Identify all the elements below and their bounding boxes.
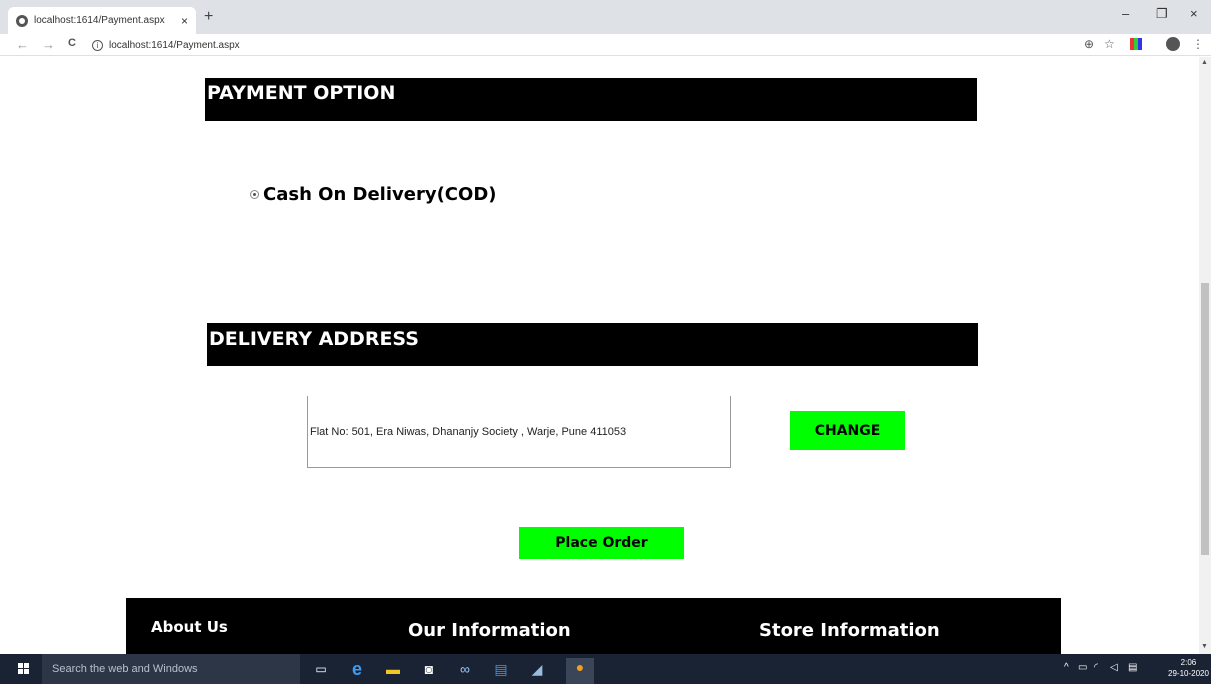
- browser-tab[interactable]: localhost:1614/Payment.aspx ×: [8, 7, 196, 34]
- page-scrollbar[interactable]: ▲ ▼: [1199, 57, 1211, 654]
- footer-our-information: Our Information: [408, 620, 571, 641]
- new-tab-button[interactable]: +: [204, 8, 213, 26]
- bookmark-star-icon[interactable]: ☆: [1104, 37, 1115, 51]
- taskbar-clock[interactable]: 2:06 29-10-2020: [1168, 657, 1209, 679]
- zoom-icon[interactable]: ⊕: [1084, 37, 1094, 51]
- browser-toolbar: ← → C i localhost:1614/Payment.aspx ⊕ ☆ …: [0, 34, 1211, 56]
- forward-button[interactable]: →: [42, 37, 55, 52]
- app-icon[interactable]: ◢: [528, 660, 546, 678]
- scroll-down-icon[interactable]: ▼: [1201, 643, 1208, 650]
- window-close-button[interactable]: ×: [1190, 6, 1198, 21]
- clock-date: 29-10-2020: [1168, 669, 1209, 678]
- windows-taskbar: Search the web and Windows ▭ e ▬ ◙ ∞ ▤ ◢…: [0, 654, 1211, 684]
- cod-label[interactable]: Cash On Delivery(COD): [263, 184, 496, 205]
- change-address-button[interactable]: CHANGE: [790, 411, 905, 450]
- word-icon[interactable]: ▤: [492, 660, 510, 678]
- minimize-button[interactable]: –: [1122, 6, 1129, 21]
- footer-about-us[interactable]: About Us: [151, 618, 228, 636]
- restore-button[interactable]: ❐: [1156, 6, 1168, 22]
- delivery-address-header: DELIVERY ADDRESS: [207, 323, 978, 366]
- globe-icon: [16, 14, 28, 27]
- battery-icon[interactable]: ▭: [1078, 662, 1087, 673]
- reload-button[interactable]: C: [68, 37, 76, 49]
- tab-close-button[interactable]: ×: [181, 14, 188, 28]
- task-view-icon[interactable]: ▭: [312, 660, 330, 678]
- menu-icon[interactable]: ⋮: [1192, 37, 1204, 51]
- account-icon[interactable]: [1166, 37, 1180, 51]
- cod-option[interactable]: Cash On Delivery(COD): [250, 184, 496, 205]
- volume-icon[interactable]: ◁: [1110, 662, 1118, 673]
- address-text: Flat No: 501, Era Niwas, Dhananjy Societ…: [310, 426, 627, 438]
- file-explorer-icon[interactable]: ▬: [384, 660, 402, 678]
- browser-tabstrip: localhost:1614/Payment.aspx × + – ❐ ×: [0, 0, 1211, 34]
- wifi-icon[interactable]: ◜: [1094, 662, 1098, 673]
- tray-chevron-icon[interactable]: ^: [1064, 662, 1069, 673]
- address-bar[interactable]: i localhost:1614/Payment.aspx: [92, 36, 1062, 54]
- extension-icon[interactable]: [1130, 38, 1142, 50]
- place-order-button[interactable]: Place Order: [519, 527, 684, 559]
- address-text: localhost:1614/Payment.aspx: [109, 39, 240, 51]
- cod-radio[interactable]: [250, 190, 259, 199]
- taskbar-search-input[interactable]: Search the web and Windows: [42, 654, 300, 684]
- info-icon[interactable]: i: [92, 39, 103, 51]
- visual-studio-icon[interactable]: ∞: [456, 660, 474, 678]
- scroll-up-icon[interactable]: ▲: [1201, 59, 1208, 66]
- edge-icon[interactable]: e: [348, 660, 366, 678]
- footer-store-information: Store Information: [759, 620, 940, 641]
- payment-option-header: PAYMENT OPTION: [205, 78, 977, 121]
- notifications-icon[interactable]: ▤: [1128, 662, 1137, 673]
- site-footer: About Us Our Information Store Informati…: [126, 598, 1061, 654]
- address-display: Flat No: 501, Era Niwas, Dhananjy Societ…: [307, 396, 731, 468]
- scrollbar-thumb[interactable]: [1201, 283, 1209, 555]
- clock-time: 2:06: [1180, 658, 1197, 667]
- back-button[interactable]: ←: [16, 37, 29, 52]
- windows-start-icon[interactable]: [18, 663, 30, 675]
- chrome-icon[interactable]: ●: [566, 658, 594, 684]
- tab-title: localhost:1614/Payment.aspx: [34, 15, 165, 26]
- store-icon[interactable]: ◙: [420, 660, 438, 678]
